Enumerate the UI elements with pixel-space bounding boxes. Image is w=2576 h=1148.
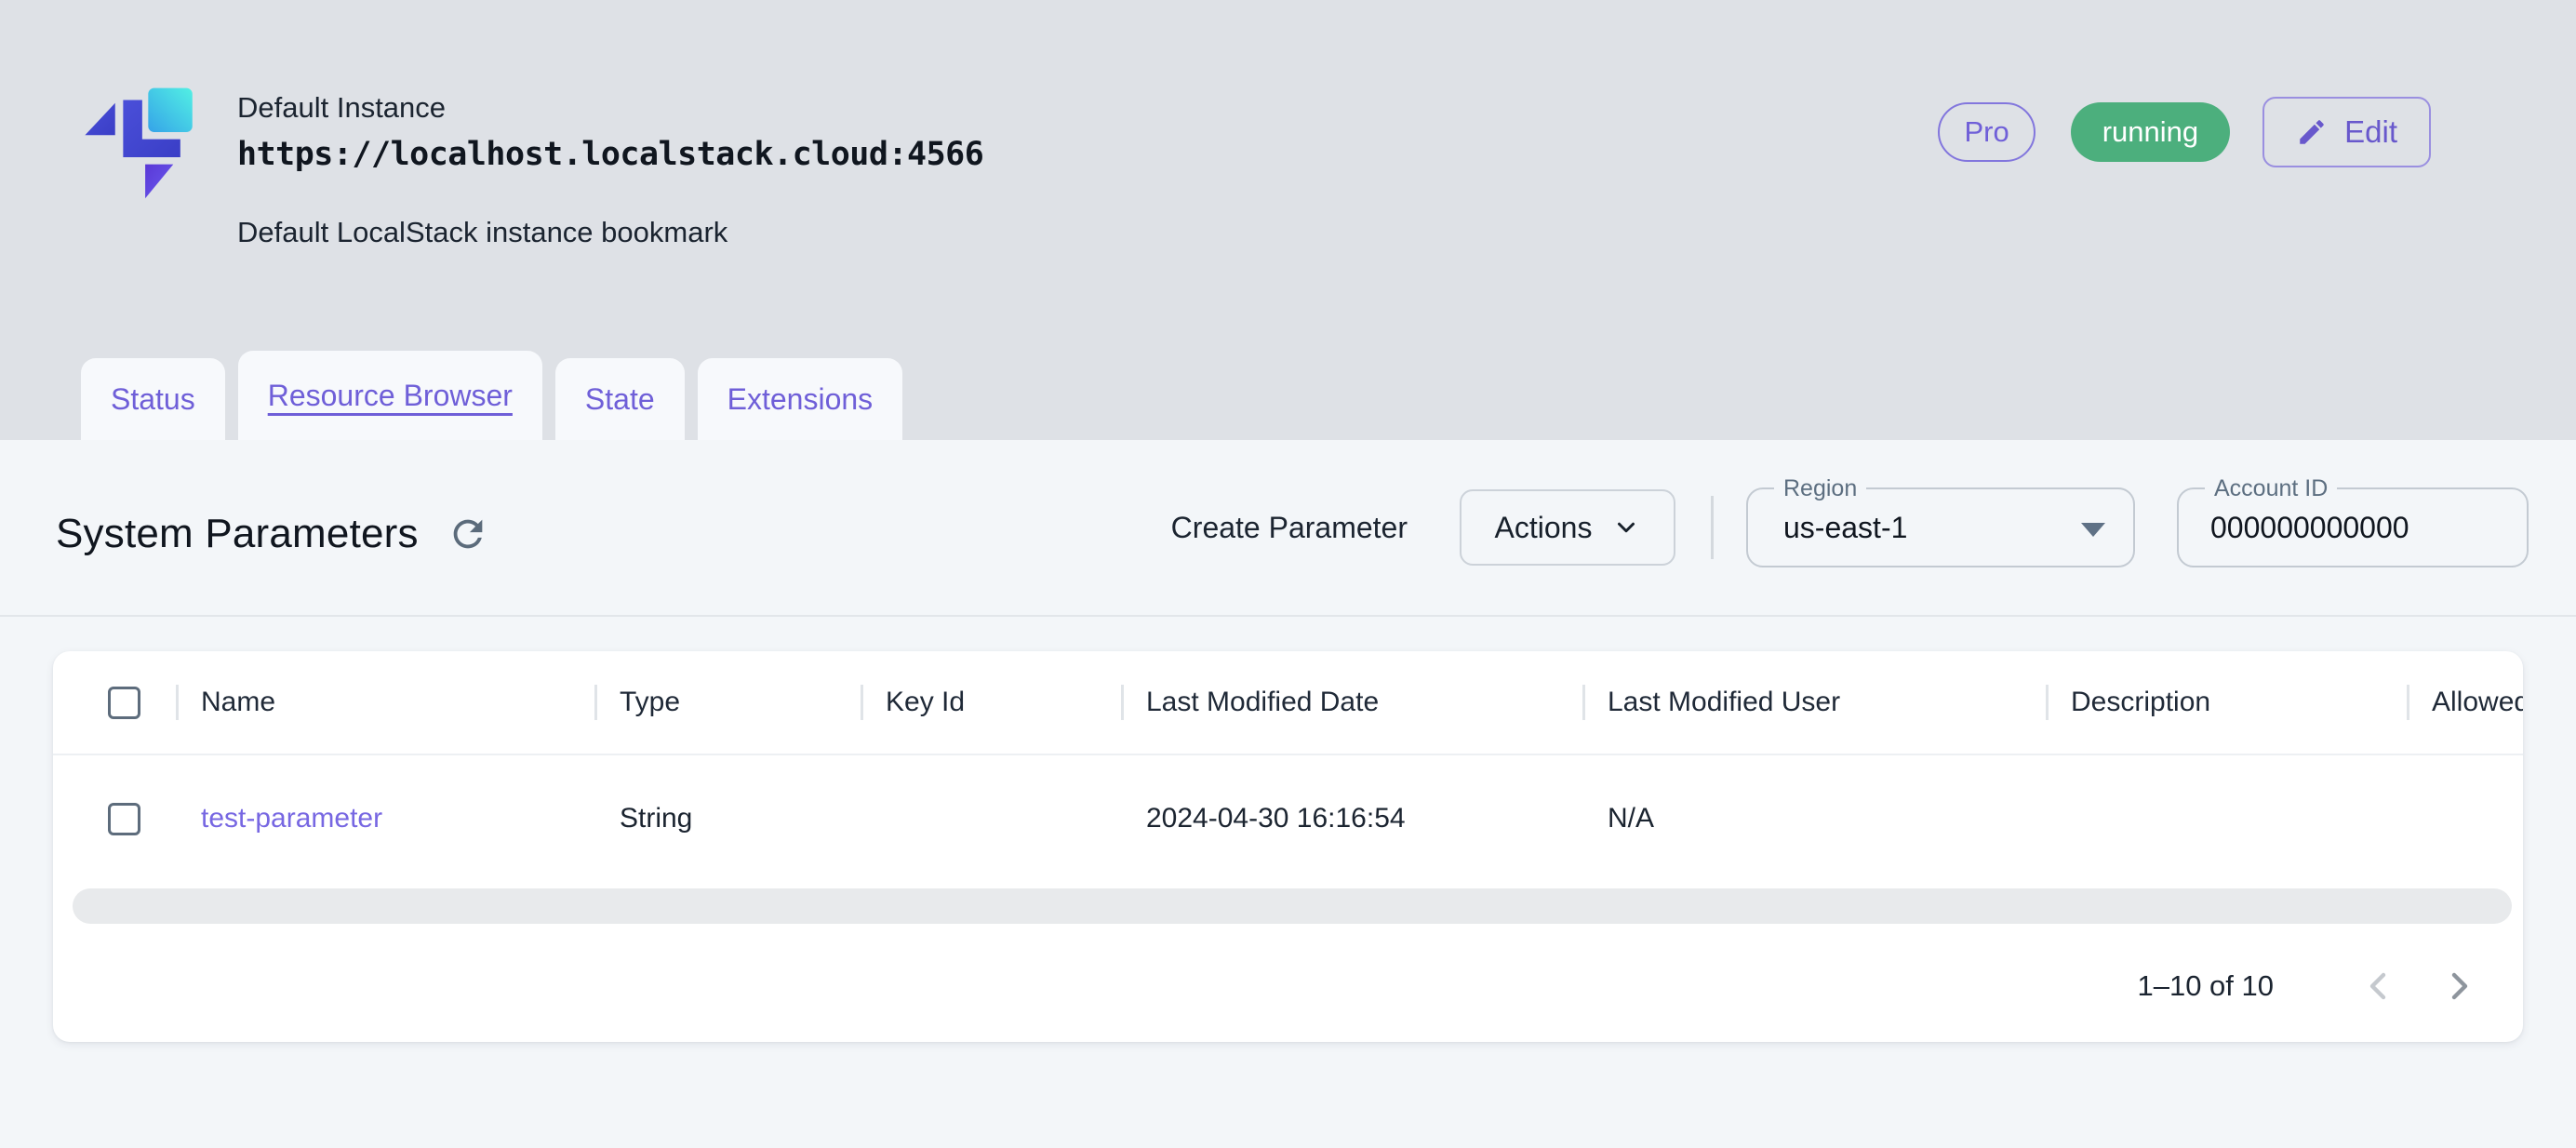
account-id-field-wrap: Account ID	[2177, 487, 2529, 567]
next-page-button[interactable]	[2419, 945, 2501, 1027]
tab-status[interactable]: Status	[81, 358, 225, 440]
tab-extensions[interactable]: Extensions	[698, 358, 903, 440]
toolbar-divider	[1711, 496, 1714, 559]
tab-status-label: Status	[111, 382, 195, 417]
parameter-name-link[interactable]: test-parameter	[176, 803, 382, 834]
region-select[interactable]: Region us-east-1	[1746, 487, 2135, 567]
localstack-logo-icon	[80, 84, 195, 205]
dropdown-arrow-icon	[2081, 523, 2105, 537]
tab-state[interactable]: State	[555, 358, 685, 440]
column-header-allowed[interactable]: Allowed	[2409, 687, 2523, 718]
parameters-table-card: Name Type Key Id Last Modified Date Last…	[53, 651, 2523, 1042]
table-pagination: 1–10 of 10	[53, 930, 2523, 1042]
chevron-left-icon	[2356, 964, 2400, 1008]
region-select-value: us-east-1	[1748, 511, 1907, 545]
create-parameter-button[interactable]: Create Parameter	[1171, 511, 1408, 545]
pagination-range: 1–10 of 10	[2137, 969, 2274, 1003]
table-header-row: Name Type Key Id Last Modified Date Last…	[53, 651, 2523, 755]
horizontal-scrollbar	[53, 882, 2523, 930]
status-badge: running	[2071, 102, 2230, 162]
column-header-description[interactable]: Description	[2049, 687, 2210, 718]
region-select-label: Region	[1774, 475, 1866, 502]
instance-tabs: Status Resource Browser State Extensions	[81, 351, 902, 440]
account-id-input[interactable]	[2179, 511, 2486, 545]
instance-header: Default Instance https://localhost.local…	[0, 0, 2576, 440]
select-all-checkbox[interactable]	[108, 687, 140, 719]
resource-browser-panel: System Parameters Create Parameter Actio…	[0, 440, 2576, 1148]
table-row: test-parameter String 2024-04-30 16:16:5…	[53, 755, 2523, 882]
page-title: System Parameters	[56, 511, 419, 557]
pencil-icon	[2296, 116, 2328, 148]
instance-title: Default Instance	[237, 91, 983, 125]
edit-button[interactable]: Edit	[2262, 97, 2431, 167]
tab-extensions-label: Extensions	[727, 382, 874, 417]
column-header-key-id[interactable]: Key Id	[863, 687, 965, 718]
parameter-type: String	[594, 803, 692, 834]
horizontal-scrollbar-thumb[interactable]	[73, 888, 2512, 924]
account-id-label: Account ID	[2205, 475, 2337, 502]
column-header-name[interactable]: Name	[179, 687, 275, 718]
parameter-last-modified-user: N/A	[1582, 803, 1654, 834]
instance-badges: Pro running Edit	[1938, 97, 2431, 167]
actions-dropdown-button[interactable]: Actions	[1460, 489, 1675, 566]
tab-resource-browser[interactable]: Resource Browser	[238, 351, 542, 440]
chevron-down-icon	[1612, 514, 1640, 541]
instance-url: https://localhost.localstack.cloud:4566	[237, 136, 983, 173]
pro-plan-chip: Pro	[1938, 102, 2035, 162]
edit-button-label: Edit	[2344, 114, 2397, 150]
parameters-toolbar: System Parameters Create Parameter Actio…	[0, 440, 2576, 617]
instance-description: Default LocalStack instance bookmark	[237, 216, 983, 249]
previous-page-button[interactable]	[2337, 945, 2419, 1027]
column-header-type[interactable]: Type	[597, 687, 680, 718]
parameter-last-modified-date: 2024-04-30 16:16:54	[1121, 803, 1406, 834]
chevron-right-icon	[2437, 964, 2482, 1008]
tab-resource-browser-label: Resource Browser	[268, 379, 513, 413]
row-checkbox[interactable]	[108, 803, 140, 835]
column-header-last-modified-date[interactable]: Last Modified Date	[1124, 687, 1379, 718]
column-header-last-modified-user[interactable]: Last Modified User	[1585, 687, 1840, 718]
refresh-icon[interactable]	[447, 513, 489, 555]
tab-state-label: State	[585, 382, 655, 417]
actions-button-label: Actions	[1495, 511, 1593, 545]
